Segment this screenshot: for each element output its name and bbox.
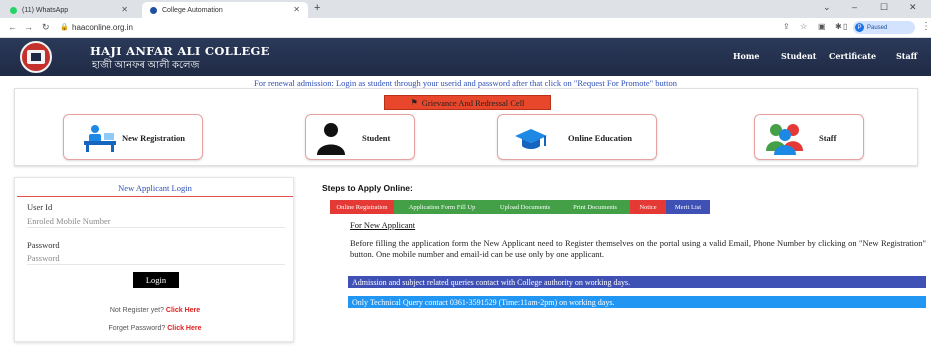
steps-tabs: Online Registration Application Form Fil… <box>330 200 710 214</box>
whatsapp-favicon-icon <box>10 6 17 14</box>
login-panel: New Applicant Login User Id Password Log… <box>14 177 294 342</box>
minimize-button[interactable]: – <box>852 2 857 12</box>
divider <box>17 196 293 197</box>
forgot-prompt: Forget Password? <box>108 325 166 332</box>
college-name-english: HAJI ANFAR ALI COLLEGE <box>90 44 270 58</box>
profile-button[interactable]: P Paused <box>853 21 915 34</box>
close-icon[interactable]: ✕ <box>121 5 128 14</box>
college-name-bengali: হাজী আনফৰ আলী কলেজ <box>92 60 200 71</box>
grievance-label: Grievance And Redressal Cell <box>421 97 525 108</box>
technical-info-bar: Only Technical Query contact 0361-359152… <box>348 296 926 308</box>
student-card[interactable]: Student <box>305 114 415 160</box>
nav-staff[interactable]: Staff <box>896 51 917 61</box>
student-label: Student <box>362 133 391 143</box>
bookmark-star-icon[interactable]: ☆ <box>800 22 807 31</box>
tab-whatsapp[interactable]: (11) WhatsApp ✕ <box>2 2 136 18</box>
forgot-password-link[interactable]: Click Here <box>167 325 201 332</box>
graduation-cap-icon <box>515 129 547 149</box>
steps-title: Steps to Apply Online: <box>322 183 413 193</box>
register-link[interactable]: Click Here <box>166 307 200 314</box>
sidepanel-icon[interactable]: ▯ <box>843 22 847 31</box>
extension-icon[interactable]: ▣ <box>818 22 826 31</box>
tab-search-icon[interactable]: ⌄ <box>823 2 831 13</box>
staff-card[interactable]: Staff <box>754 114 864 160</box>
password-input[interactable] <box>27 251 285 265</box>
staff-group-icon <box>766 124 803 155</box>
college-logo[interactable] <box>20 41 52 73</box>
college-favicon-icon <box>150 6 157 14</box>
back-arrow-icon[interactable]: ← <box>8 22 17 32</box>
nav-home[interactable]: Home <box>733 51 759 61</box>
tab-merit-list[interactable]: Merit List <box>666 200 710 214</box>
user-id-label: User Id <box>27 202 53 212</box>
tab-title: (11) WhatsApp <box>22 6 69 14</box>
nav-certificate[interactable]: Certificate <box>829 51 876 61</box>
tab-notice[interactable]: Notice <box>630 200 666 214</box>
forgot-password-line: Forget Password? Click Here <box>15 325 295 332</box>
registration-desk-icon <box>84 125 116 152</box>
online-education-label: Online Education <box>568 133 633 143</box>
instructions-paragraph: Before filling the application form the … <box>350 238 926 259</box>
new-tab-button[interactable]: + <box>314 2 320 14</box>
profile-status: Paused <box>867 24 888 31</box>
avatar: P <box>855 23 864 32</box>
forward-arrow-icon[interactable]: → <box>24 22 33 32</box>
more-menu-icon[interactable]: ⋮ <box>921 21 931 32</box>
login-button[interactable]: Login <box>133 272 179 288</box>
tab-upload-documents[interactable]: Upload Documents <box>490 200 560 214</box>
tab-title: College Automation <box>162 6 223 14</box>
tab-online-registration[interactable]: Online Registration <box>330 200 394 214</box>
extensions-puzzle-icon[interactable]: ✱ <box>835 22 842 31</box>
flag-icon: ⚑ <box>410 98 418 107</box>
login-title: New Applicant Login <box>118 183 192 193</box>
register-prompt: Not Register yet? <box>109 307 164 314</box>
student-silhouette-icon <box>317 123 345 155</box>
window-close-button[interactable]: ✕ <box>909 2 917 13</box>
browser-tab-bar: (11) WhatsApp ✕ College Automation ✕ + ⌄… <box>0 0 931 18</box>
site-header: HAJI ANFAR ALI COLLEGE হাজী আনফৰ আলী কলে… <box>0 38 931 76</box>
close-icon[interactable]: ✕ <box>293 5 300 14</box>
online-education-card[interactable]: Online Education <box>497 114 657 160</box>
lock-icon[interactable]: 🔒 <box>60 23 69 31</box>
new-registration-card[interactable]: New Registration <box>63 114 203 160</box>
address-bar: ← → ↻ 🔒 haaconline.org.in ⇪ ☆ ▣ ✱ ▯ P Pa… <box>0 18 931 38</box>
tab-print-documents[interactable]: Print Documents <box>560 200 630 214</box>
section-title: For New Applicant <box>350 220 416 230</box>
reload-icon[interactable]: ↻ <box>42 22 50 33</box>
maximize-button[interactable]: ☐ <box>880 2 888 13</box>
staff-label: Staff <box>819 133 837 143</box>
logo-emblem-icon <box>27 50 45 64</box>
share-icon[interactable]: ⇪ <box>783 22 790 31</box>
user-id-input[interactable] <box>27 214 285 228</box>
password-label: Password <box>27 240 60 250</box>
url-field[interactable]: haaconline.org.in <box>72 23 133 32</box>
tab-application-form[interactable]: Application Form Fill Up <box>394 200 490 214</box>
nav-student[interactable]: Student <box>781 51 816 61</box>
admission-info-bar: Admission and subject related queries co… <box>348 276 926 288</box>
new-registration-label: New Registration <box>122 133 186 143</box>
tab-college-automation[interactable]: College Automation ✕ <box>142 2 308 18</box>
grievance-button[interactable]: ⚑ Grievance And Redressal Cell <box>384 95 551 110</box>
renewal-notice: For renewal admission: Login as student … <box>254 78 677 88</box>
register-line: Not Register yet? Click Here <box>15 307 295 314</box>
